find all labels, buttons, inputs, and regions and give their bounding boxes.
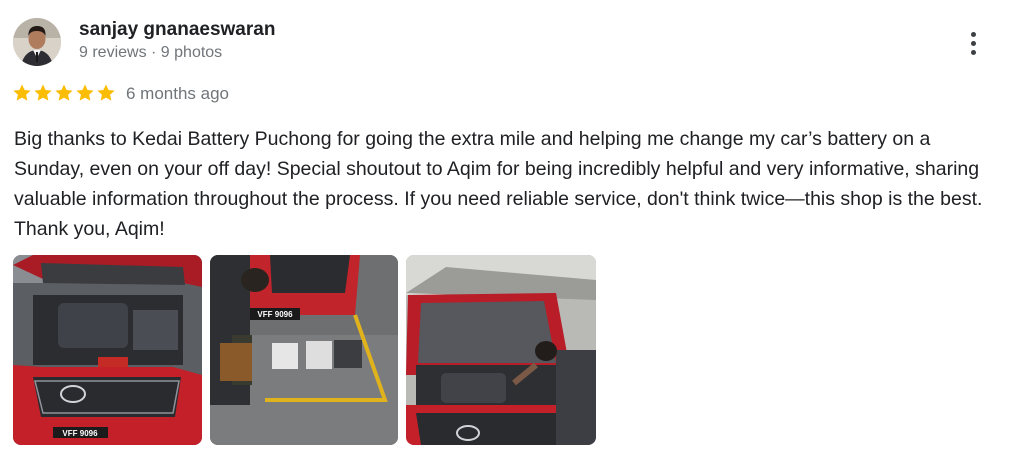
star-icon: [34, 84, 52, 101]
avatar-image: [13, 18, 61, 66]
more-vert-icon: [970, 40, 976, 46]
battery-floor-photo: VFF 9096: [210, 255, 398, 445]
license-plate: VFF 9096: [257, 310, 293, 319]
star-icon: [76, 84, 94, 101]
more-options-button[interactable]: [956, 26, 990, 60]
author-name[interactable]: sanjay gnanaeswaran: [79, 19, 275, 41]
more-vert-icon: [970, 49, 976, 55]
review-time: 6 months ago: [126, 84, 230, 103]
star-icon: [13, 84, 31, 101]
review-text: Big thanks to Kedai Battery Puchong for …: [14, 128, 983, 240]
review-photo-2[interactable]: VFF 9096: [210, 255, 398, 445]
author-meta: 9 reviews · 9 photos: [79, 44, 223, 61]
star-rating: [12, 83, 116, 103]
technician-engine-photo: [406, 255, 596, 445]
review-photo-3[interactable]: [406, 255, 596, 445]
engine-bay-photo: VFF 9096: [13, 255, 202, 445]
license-plate: VFF 9096: [62, 429, 98, 438]
review-photo-1[interactable]: VFF 9096: [13, 255, 202, 445]
star-icon: [55, 84, 73, 101]
author-avatar[interactable]: [13, 18, 61, 66]
star-icon: [97, 84, 115, 101]
more-vert-icon: [970, 31, 976, 37]
